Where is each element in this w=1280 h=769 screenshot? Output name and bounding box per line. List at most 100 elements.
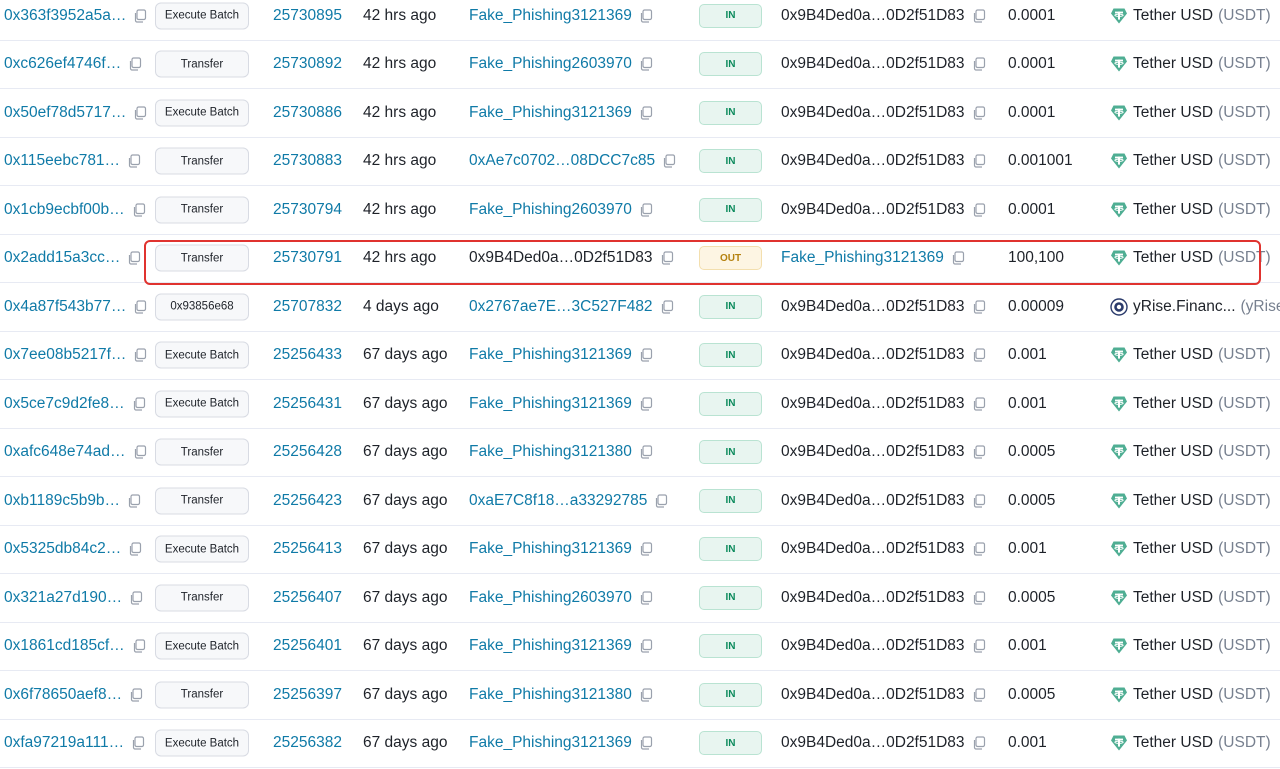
copy-icon[interactable]: [662, 154, 676, 168]
block-link[interactable]: 25256382: [273, 734, 342, 752]
txn-hash-link[interactable]: 0xb1189c5b9b…: [4, 492, 120, 510]
token-name[interactable]: Tether USD: [1133, 55, 1213, 73]
from-address-link[interactable]: Fake_Phishing2603970: [469, 201, 632, 219]
from-address-link[interactable]: Fake_Phishing3121380: [469, 686, 632, 704]
copy-icon[interactable]: [128, 57, 142, 71]
to-address-link[interactable]: 0x9B4Ded0a…0D2f51D83: [781, 201, 965, 219]
token-cell[interactable]: Tether USD (USDT): [1110, 104, 1271, 122]
copy-icon[interactable]: [127, 251, 141, 265]
token-cell[interactable]: Tether USD (USDT): [1110, 201, 1271, 219]
txn-hash-link[interactable]: 0x321a27d190…: [4, 589, 122, 607]
copy-icon[interactable]: [639, 9, 653, 23]
from-address-link[interactable]: Fake_Phishing3121380: [469, 443, 632, 461]
copy-icon[interactable]: [972, 639, 986, 653]
block-link[interactable]: 25256407: [273, 589, 342, 607]
txn-hash-link[interactable]: 0xc626ef4746f…: [4, 55, 121, 73]
token-cell[interactable]: yRise.Financ... (yRise): [1110, 298, 1280, 316]
txn-hash-link[interactable]: 0xafc648e74ad…: [4, 443, 126, 461]
from-address-link[interactable]: Fake_Phishing2603970: [469, 589, 632, 607]
block-link[interactable]: 25256397: [273, 686, 342, 704]
copy-icon[interactable]: [972, 57, 986, 71]
from-address-link[interactable]: Fake_Phishing3121369: [469, 7, 632, 25]
token-cell[interactable]: Tether USD (USDT): [1110, 734, 1271, 752]
copy-icon[interactable]: [133, 445, 147, 459]
copy-icon[interactable]: [972, 300, 986, 314]
token-name[interactable]: Tether USD: [1133, 734, 1213, 752]
token-name[interactable]: Tether USD: [1133, 249, 1213, 267]
txn-hash-link[interactable]: 0x6f78650aef8…: [4, 686, 122, 704]
copy-icon[interactable]: [132, 639, 146, 653]
to-address-link[interactable]: 0x9B4Ded0a…0D2f51D83: [781, 152, 965, 170]
copy-icon[interactable]: [972, 688, 986, 702]
to-address-link[interactable]: 0x9B4Ded0a…0D2f51D83: [781, 637, 965, 655]
copy-icon[interactable]: [972, 397, 986, 411]
block-link[interactable]: 25256401: [273, 637, 342, 655]
token-name[interactable]: Tether USD: [1133, 443, 1213, 461]
txn-hash-link[interactable]: 0x5325db84c2…: [4, 540, 121, 558]
to-address-link[interactable]: 0x9B4Ded0a…0D2f51D83: [781, 589, 965, 607]
to-address-link[interactable]: 0x9B4Ded0a…0D2f51D83: [781, 734, 965, 752]
copy-icon[interactable]: [972, 736, 986, 750]
copy-icon[interactable]: [132, 397, 146, 411]
from-address-link[interactable]: 0x9B4Ded0a…0D2f51D83: [469, 249, 653, 267]
copy-icon[interactable]: [972, 542, 986, 556]
token-name[interactable]: yRise.Financ...: [1133, 298, 1236, 316]
token-name[interactable]: Tether USD: [1133, 492, 1213, 510]
txn-hash-link[interactable]: 0x115eebc781…: [4, 152, 120, 170]
copy-icon[interactable]: [127, 154, 141, 168]
copy-icon[interactable]: [972, 348, 986, 362]
token-name[interactable]: Tether USD: [1133, 637, 1213, 655]
to-address-link[interactable]: 0x9B4Ded0a…0D2f51D83: [781, 55, 965, 73]
copy-icon[interactable]: [639, 57, 653, 71]
block-link[interactable]: 25730883: [273, 152, 342, 170]
txn-hash-link[interactable]: 0x4a87f543b77…: [4, 298, 126, 316]
copy-icon[interactable]: [951, 251, 965, 265]
token-name[interactable]: Tether USD: [1133, 540, 1213, 558]
token-name[interactable]: Tether USD: [1133, 395, 1213, 413]
to-address-link[interactable]: 0x9B4Ded0a…0D2f51D83: [781, 395, 965, 413]
to-address-link[interactable]: 0x9B4Ded0a…0D2f51D83: [781, 298, 965, 316]
copy-icon[interactable]: [132, 203, 146, 217]
token-name[interactable]: Tether USD: [1133, 201, 1213, 219]
copy-icon[interactable]: [660, 251, 674, 265]
token-cell[interactable]: Tether USD (USDT): [1110, 540, 1271, 558]
copy-icon[interactable]: [639, 445, 653, 459]
copy-icon[interactable]: [972, 9, 986, 23]
copy-icon[interactable]: [972, 154, 986, 168]
block-link[interactable]: 25256431: [273, 395, 342, 413]
copy-icon[interactable]: [972, 494, 986, 508]
copy-icon[interactable]: [972, 106, 986, 120]
block-link[interactable]: 25256423: [273, 492, 342, 510]
from-address-link[interactable]: Fake_Phishing3121369: [469, 395, 632, 413]
from-address-link[interactable]: Fake_Phishing3121369: [469, 104, 632, 122]
txn-hash-link[interactable]: 0x1cb9ecbf00b…: [4, 201, 125, 219]
from-address-link[interactable]: 0xAe7c0702…08DCC7c85: [469, 152, 655, 170]
txn-hash-link[interactable]: 0xfa97219a111…: [4, 734, 124, 752]
copy-icon[interactable]: [972, 591, 986, 605]
token-cell[interactable]: Tether USD (USDT): [1110, 492, 1271, 510]
from-address-link[interactable]: 0xaE7C8f18…a33292785: [469, 492, 647, 510]
token-cell[interactable]: Tether USD (USDT): [1110, 346, 1271, 364]
token-name[interactable]: Tether USD: [1133, 104, 1213, 122]
from-address-link[interactable]: Fake_Phishing3121369: [469, 540, 632, 558]
from-address-link[interactable]: Fake_Phishing3121369: [469, 734, 632, 752]
txn-hash-link[interactable]: 0x363f3952a5a…: [4, 7, 126, 25]
token-cell[interactable]: Tether USD (USDT): [1110, 589, 1271, 607]
copy-icon[interactable]: [639, 639, 653, 653]
copy-icon[interactable]: [133, 106, 147, 120]
copy-icon[interactable]: [128, 542, 142, 556]
to-address-link[interactable]: 0x9B4Ded0a…0D2f51D83: [781, 7, 965, 25]
token-cell[interactable]: Tether USD (USDT): [1110, 395, 1271, 413]
block-link[interactable]: 25730895: [273, 7, 342, 25]
from-address-link[interactable]: Fake_Phishing3121369: [469, 346, 632, 364]
to-address-link[interactable]: Fake_Phishing3121369: [781, 249, 944, 267]
copy-icon[interactable]: [639, 348, 653, 362]
txn-hash-link[interactable]: 0x1861cd185cf…: [4, 637, 125, 655]
copy-icon[interactable]: [639, 591, 653, 605]
copy-icon[interactable]: [639, 106, 653, 120]
copy-icon[interactable]: [129, 591, 143, 605]
copy-icon[interactable]: [133, 348, 147, 362]
copy-icon[interactable]: [972, 203, 986, 217]
block-link[interactable]: 25730791: [273, 249, 342, 267]
block-link[interactable]: 25730886: [273, 104, 342, 122]
